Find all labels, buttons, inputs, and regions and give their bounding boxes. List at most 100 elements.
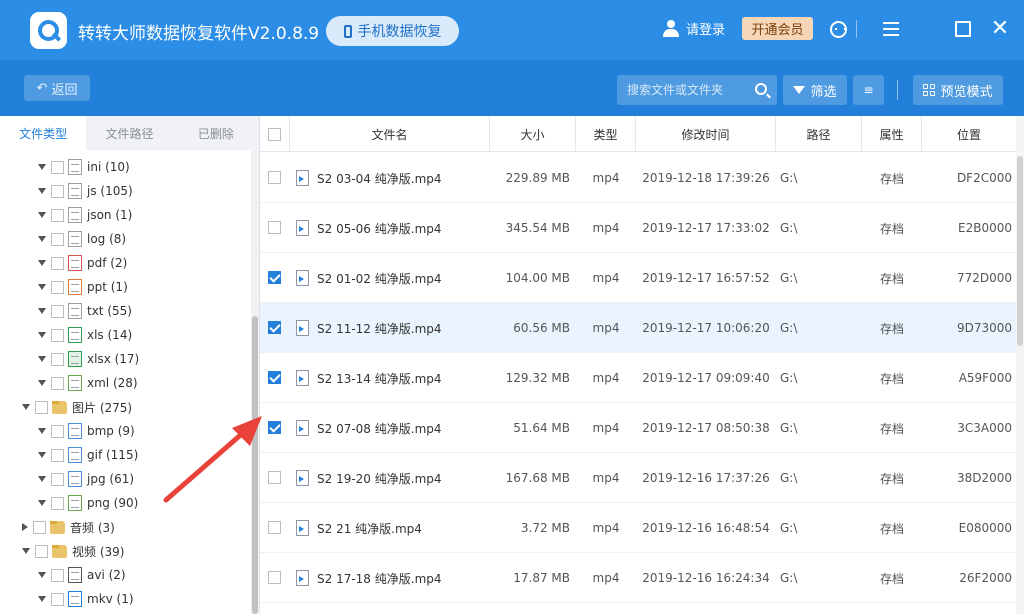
left-scrollbar[interactable] [251, 150, 259, 614]
table-row[interactable]: S2 01-02 纯净版.mp4 104.00 MB mp4 2019-12-17 1… [260, 253, 1016, 303]
tree-checkbox[interactable] [51, 256, 64, 270]
expand-icon[interactable] [38, 452, 46, 458]
table-row[interactable]: S2 03-04 纯净版.mp4 229.89 MB mp4 2019-12-18 1… [260, 153, 1016, 203]
tree-checkbox[interactable] [35, 400, 48, 414]
col-size[interactable]: 大小 [490, 116, 576, 152]
col-name[interactable]: 文件名 [290, 116, 490, 152]
expand-icon[interactable] [38, 428, 46, 434]
expand-icon[interactable] [38, 212, 46, 218]
tree-checkbox[interactable] [51, 448, 64, 462]
tree-item-bmp[interactable]: bmp (9) [0, 419, 250, 443]
expand-icon[interactable] [38, 500, 46, 506]
tree-checkbox[interactable] [51, 496, 64, 510]
tree-item-images[interactable]: 图片 (275) [0, 395, 250, 419]
tree-checkbox[interactable] [51, 232, 64, 246]
tree-item-txt[interactable]: txt (55) [0, 299, 250, 323]
tree-item-ini[interactable]: ini (10) [0, 155, 250, 179]
row-checkbox[interactable] [268, 321, 281, 334]
col-mtime[interactable]: 修改时间 [636, 116, 776, 152]
tab-file-path[interactable]: 文件路径 [86, 116, 172, 150]
row-checkbox[interactable] [268, 571, 281, 584]
tree-item-xls[interactable]: xls (14) [0, 323, 250, 347]
tree-item-jpg[interactable]: jpg (61) [0, 467, 250, 491]
tree-checkbox[interactable] [51, 280, 64, 294]
tree-item-json[interactable]: json (1) [0, 203, 250, 227]
expand-icon[interactable] [38, 308, 46, 314]
expand-icon[interactable] [38, 188, 46, 194]
menu-icon[interactable] [880, 18, 902, 40]
search-icon[interactable] [755, 83, 767, 95]
vip-button[interactable]: 开通会员 [742, 17, 813, 40]
back-button[interactable]: ↶ 返回 [24, 75, 90, 101]
table-row[interactable]: S2 21 纯净版.mp4 3.72 MB mp4 2019-12-16 16:48:… [260, 503, 1016, 553]
expand-icon[interactable] [38, 596, 46, 602]
table-row[interactable]: S2 07-08 纯净版.mp4 51.64 MB mp4 2019-12-17 08… [260, 403, 1016, 453]
tree-item-gif[interactable]: gif (115) [0, 443, 250, 467]
tree-checkbox[interactable] [51, 376, 64, 390]
phone-recovery-button[interactable]: 手机数据恢复 [326, 16, 459, 46]
row-checkbox[interactable] [268, 221, 281, 234]
tree-item-xml[interactable]: xml (28) [0, 371, 250, 395]
feedback-icon[interactable] [827, 18, 849, 40]
tree-checkbox[interactable] [33, 520, 46, 534]
tree-item-audio[interactable]: 音频 (3) [0, 515, 250, 539]
tree-item-js[interactable]: js (105) [0, 179, 250, 203]
table-scrollbar-thumb[interactable] [1017, 156, 1023, 346]
expand-icon[interactable] [38, 572, 46, 578]
row-checkbox[interactable] [268, 171, 281, 184]
collapse-icon[interactable] [22, 523, 28, 531]
table-row[interactable]: S2 13-14 纯净版.mp4 129.32 MB mp4 2019-12-17 0… [260, 353, 1016, 403]
tree-item-avi[interactable]: avi (2) [0, 563, 250, 587]
expand-icon[interactable] [38, 476, 46, 482]
login-button[interactable]: 请登录 [662, 19, 725, 38]
tree-item-ppt[interactable]: ppt (1) [0, 275, 250, 299]
list-view-button[interactable]: ≡ [853, 75, 884, 105]
table-row[interactable]: S2 11-12 纯净版.mp4 60.56 MB mp4 2019-12-17 10… [260, 303, 1016, 353]
tree-item-pdf[interactable]: pdf (2) [0, 251, 250, 275]
tree-item-mkv[interactable]: mkv (1) [0, 587, 250, 611]
tab-deleted[interactable]: 已删除 [173, 116, 259, 150]
col-attr[interactable]: 属性 [862, 116, 922, 152]
table-scrollbar[interactable] [1016, 116, 1024, 614]
expand-icon[interactable] [38, 356, 46, 362]
expand-icon[interactable] [22, 548, 30, 554]
row-checkbox[interactable] [268, 421, 281, 434]
col-position[interactable]: 位置 [922, 116, 1016, 152]
row-checkbox[interactable] [268, 271, 281, 284]
expand-icon[interactable] [38, 380, 46, 386]
select-all-checkbox[interactable] [268, 127, 281, 141]
maximize-icon[interactable] [952, 18, 974, 40]
tree-checkbox[interactable] [51, 472, 64, 486]
row-checkbox[interactable] [268, 371, 281, 384]
left-scrollbar-thumb[interactable] [252, 316, 258, 614]
tab-file-type[interactable]: 文件类型 [0, 116, 87, 150]
expand-icon[interactable] [38, 164, 46, 170]
tree-item-xlsx[interactable]: xlsx (17) [0, 347, 250, 371]
tree-checkbox[interactable] [51, 568, 64, 582]
tree-checkbox[interactable] [51, 160, 64, 174]
expand-icon[interactable] [38, 236, 46, 242]
filter-button[interactable]: 筛选 [783, 75, 847, 105]
tree-checkbox[interactable] [51, 328, 64, 342]
expand-icon[interactable] [38, 260, 46, 266]
row-checkbox[interactable] [268, 521, 281, 534]
tree-item-log[interactable]: log (8) [0, 227, 250, 251]
tree-checkbox[interactable] [51, 184, 64, 198]
col-type[interactable]: 类型 [576, 116, 636, 152]
expand-icon[interactable] [22, 404, 30, 410]
row-checkbox[interactable] [268, 471, 281, 484]
tree-checkbox[interactable] [51, 304, 64, 318]
tree-item-video[interactable]: 视频 (39) [0, 539, 250, 563]
table-row[interactable]: S2 17-18 纯净版.mp4 17.87 MB mp4 2019-12-16 16… [260, 553, 1016, 603]
table-row[interactable]: S2 05-06 纯净版.mp4 345.54 MB mp4 2019-12-17 1… [260, 203, 1016, 253]
tree-checkbox[interactable] [51, 352, 64, 366]
tree-checkbox[interactable] [51, 592, 64, 606]
tree-checkbox[interactable] [51, 424, 64, 438]
tree-checkbox[interactable] [35, 544, 48, 558]
tree-checkbox[interactable] [51, 208, 64, 222]
col-path[interactable]: 路径 [776, 116, 862, 152]
preview-mode-button[interactable]: 预览模式 [913, 75, 1003, 105]
close-icon[interactable]: ✕ [989, 18, 1011, 40]
search-input[interactable] [627, 81, 747, 99]
table-row[interactable]: S2 19-20 纯净版.mp4 167.68 MB mp4 2019-12-16 1… [260, 453, 1016, 503]
